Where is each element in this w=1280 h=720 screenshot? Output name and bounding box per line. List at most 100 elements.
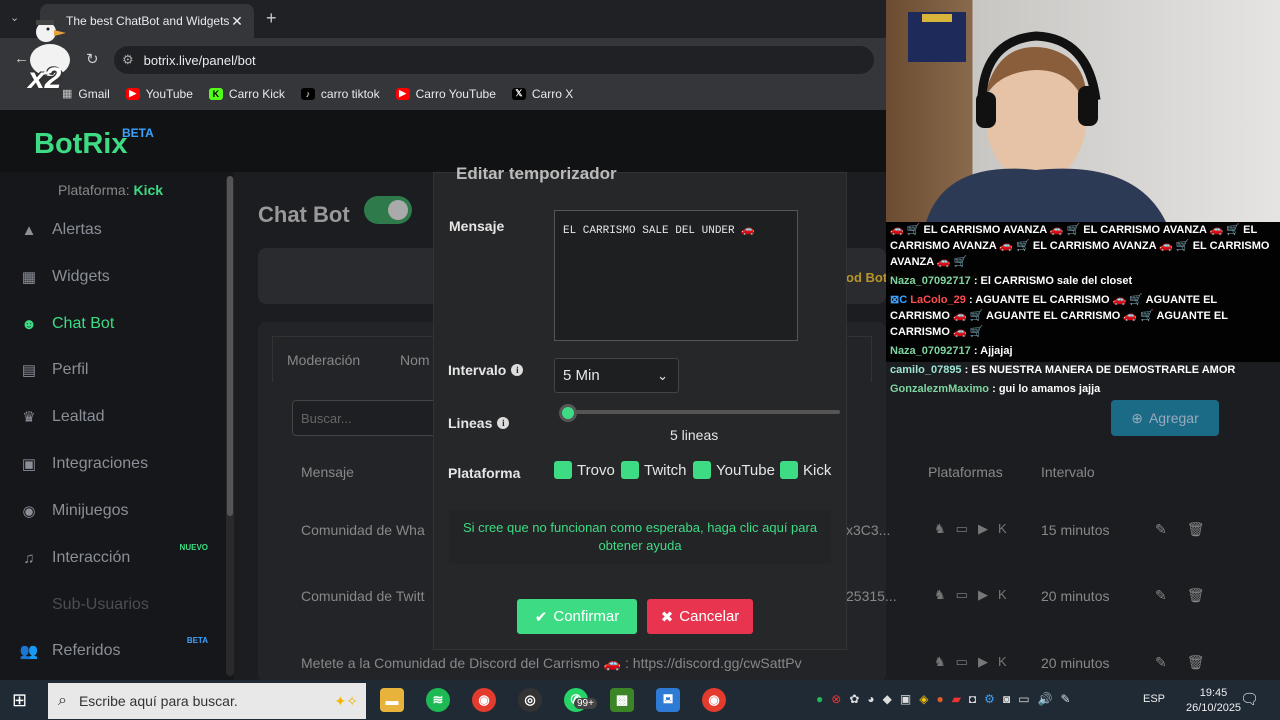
tab-nombre[interactable]: Nom [400, 352, 430, 368]
checkbox[interactable] [780, 461, 798, 479]
spotify-icon[interactable]: ≋ [426, 688, 450, 712]
bookmark-carro-youtube[interactable]: ▶ Carro YouTube [395, 87, 496, 101]
warning-icon: ▲ [21, 221, 37, 239]
chat-text: : Ajjajaj [973, 345, 1013, 357]
row-platform-icons: ♞ ▭ ▶ K [934, 521, 1007, 537]
help-link[interactable]: Si cree que no funcionan como esperaba, … [449, 510, 831, 564]
chat-username: camilo_07895 [890, 364, 962, 376]
site-settings-icon[interactable]: ⚙ [122, 52, 134, 68]
info-icon[interactable]: i [497, 417, 510, 429]
row-interval: 20 minutos [1041, 655, 1110, 671]
checkbox[interactable] [693, 461, 711, 479]
cancel-button[interactable]: ✖ Cancelar [647, 599, 753, 634]
notification-icon[interactable]: 🗨 [1240, 690, 1259, 708]
taskbar-search[interactable]: ⌕ Escribe aquí para buscar. ✦✧ [48, 683, 366, 719]
volume-icon[interactable]: 🔊 [1038, 692, 1053, 706]
youtube-icon: ▶ [395, 87, 410, 100]
edit-icon[interactable]: ✎ [1155, 521, 1167, 538]
sidebar-item-minijuegos[interactable]: ◉ Minijuegos [20, 502, 220, 520]
column-header-interval: Intervalo [1041, 464, 1095, 480]
tab-moderacion[interactable]: Moderación [287, 352, 360, 368]
row-actions: ✎ 🗑 [1155, 521, 1205, 538]
chat-username: Naza_07092717 [890, 345, 971, 357]
search-input[interactable]: Buscar... [292, 400, 442, 436]
taskbar-search-placeholder: Escribe aquí para buscar. [78, 693, 238, 709]
store-icon[interactable]: ⛾ [656, 688, 680, 712]
new-tab-button[interactable]: + [266, 8, 277, 29]
platform-label-text: Plataforma [448, 465, 521, 481]
reload-icon[interactable]: ↻ [86, 50, 99, 68]
add-button[interactable]: ⊕ Agregar [1111, 400, 1219, 436]
interval-select[interactable]: 5 Min ⌄ [554, 358, 679, 393]
tray-app-icon[interactable]: ◆ [883, 692, 892, 706]
settings-icon[interactable]: ⚙ [984, 692, 995, 706]
trovo-icon: ♞ [934, 521, 946, 536]
tray-app-icon[interactable]: ◙ [1003, 692, 1010, 706]
checkbox[interactable] [554, 461, 572, 479]
checkbox-label: Twitch [644, 461, 687, 479]
platform-checkbox-trovo[interactable]: Trovo [554, 461, 615, 479]
row-interval: 20 minutos [1041, 588, 1110, 604]
platform-indicator: Plataforma: Kick [58, 182, 163, 198]
bookmark-carro-tiktok[interactable]: ♪ carro tiktok [300, 87, 380, 101]
language-indicator[interactable]: ESP [1143, 693, 1165, 705]
tab-search-icon[interactable]: ⌄ [10, 11, 19, 24]
chrome-alt-icon[interactable]: ◉ [702, 688, 726, 712]
sidebar-item-alertas[interactable]: ▲ Alertas [20, 221, 220, 239]
check-icon: ✔ [534, 608, 548, 626]
sidebar-scroll-thumb[interactable] [227, 176, 233, 516]
tray-app-icon[interactable]: ⊗ [831, 692, 841, 706]
sidebar-item-integraciones[interactable]: ▣ Integraciones [20, 455, 220, 473]
platform-checkbox-youtube[interactable]: YouTube [693, 461, 775, 479]
sidebar-item-interaccion[interactable]: ♫ Interacción NUEVO [20, 543, 220, 567]
blank-icon [20, 596, 38, 614]
edit-icon[interactable]: ✎ [1155, 654, 1167, 671]
message-textarea[interactable]: EL CARRISMO SALE DEL UNDER 🚗 [554, 210, 798, 341]
confirm-button[interactable]: ✔ Confirmar [517, 599, 637, 634]
bookmark-youtube[interactable]: ▶ YouTube [125, 87, 193, 101]
platform-checkbox-kick[interactable]: Kick [780, 461, 831, 479]
discord-icon[interactable]: ◕ [867, 692, 874, 706]
windows-start-icon[interactable]: ⊞ [12, 690, 27, 711]
sidebar-item-chat-bot[interactable]: ☻ Chat Bot [20, 315, 220, 333]
pen-icon[interactable]: ✎ [1060, 692, 1070, 706]
lines-slider-track[interactable] [568, 410, 840, 414]
interval-label: Intervalo i [448, 362, 524, 378]
sidebar-item-lealtad[interactable]: ♛ Lealtad [20, 408, 220, 426]
address-bar[interactable]: ⚙ botrix.live/panel/bot [114, 46, 874, 74]
trash-icon[interactable]: 🗑 [1187, 654, 1205, 671]
tray-app-icon[interactable]: ▰ [952, 692, 961, 706]
chatbot-toggle[interactable] [364, 196, 412, 224]
bookmark-carro-x[interactable]: 𝕏 Carro X [511, 87, 573, 101]
integrations-icon: ▣ [21, 456, 37, 473]
bookmark-carro-kick[interactable]: K Carro Kick [208, 86, 285, 101]
minecraft-icon[interactable]: ▩ [610, 688, 634, 712]
info-icon[interactable]: i [511, 364, 524, 376]
openai-icon[interactable]: ✿ [849, 692, 859, 706]
sidebar-item-widgets[interactable]: ▦ Widgets [20, 268, 220, 286]
sidebar-item-label: Sub-Usuarios [52, 596, 149, 613]
trash-icon[interactable]: 🗑 [1187, 587, 1205, 604]
clock[interactable]: 19:45 26/10/2025 [1186, 686, 1241, 716]
tray-app-icon[interactable]: ● [936, 692, 943, 706]
platform-checkbox-twitch[interactable]: Twitch [621, 461, 687, 479]
edit-icon[interactable]: ✎ [1155, 587, 1167, 604]
sidebar-item-perfil[interactable]: ▤ Perfil [20, 361, 220, 379]
bookmark-label: Carro Kick [228, 86, 285, 101]
trash-icon[interactable]: 🗑 [1187, 521, 1205, 538]
network-icon[interactable]: ▭ [1018, 692, 1029, 706]
gamepad-icon: ◉ [22, 503, 36, 520]
users-icon: 👥 [19, 643, 39, 660]
close-tab-icon[interactable]: ✕ [230, 13, 244, 30]
chrome-icon[interactable]: ◉ [472, 688, 496, 712]
sidebar-item-referidos[interactable]: 👥 Referidos BETA [19, 636, 220, 660]
file-explorer-icon[interactable]: ▬ [380, 688, 404, 712]
checkbox[interactable] [621, 461, 639, 479]
obs-icon[interactable]: ◎ [518, 688, 542, 712]
epic-icon[interactable]: ▣ [900, 692, 911, 706]
lines-slider-thumb[interactable] [559, 404, 577, 422]
tray-app-icon[interactable]: ◘ [969, 692, 976, 706]
botrix-logo[interactable]: BotRix [34, 128, 127, 161]
spotify-tray-icon[interactable]: ● [816, 692, 823, 706]
boca-icon[interactable]: ◈ [919, 692, 928, 706]
